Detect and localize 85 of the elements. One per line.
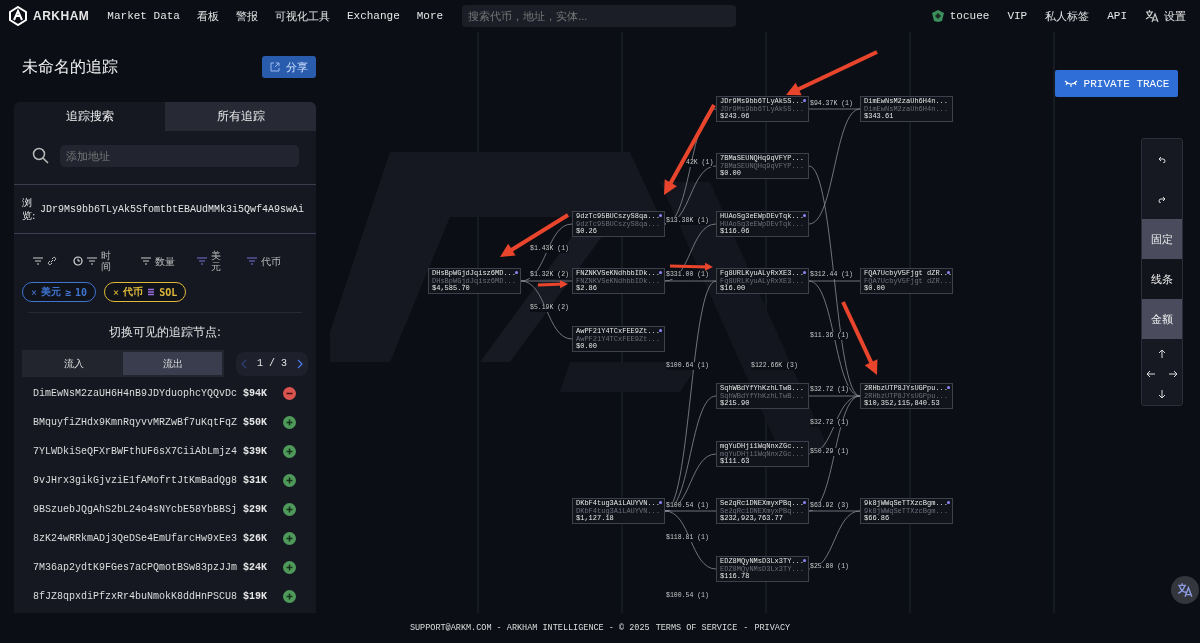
amount-text: $50K — [243, 417, 268, 428]
direction-tab[interactable]: 流入 — [24, 352, 123, 375]
shield-icon — [930, 9, 945, 23]
footer-link[interactable]: TERMS OF SERVICE — [655, 623, 738, 633]
filter-label: 时间 — [101, 250, 111, 272]
filter-label: 代币 — [261, 255, 281, 267]
filter-chip[interactable]: × 代币 SOL — [104, 282, 187, 302]
token-icon — [147, 288, 156, 296]
filter-chip[interactable]: × 美元 ≥ 10 — [22, 282, 97, 302]
toggle-button[interactable]: 固定 — [1142, 219, 1182, 259]
nav-link[interactable]: 私人标签 — [1045, 8, 1090, 24]
add-icon[interactable] — [283, 416, 296, 429]
amount-text: $19K — [243, 591, 268, 602]
next-icon[interactable] — [295, 358, 304, 369]
filter-icon[interactable] — [33, 257, 43, 265]
add-icon[interactable] — [283, 503, 296, 516]
amount-text: $39K — [243, 446, 268, 457]
right-arrow-icon[interactable] — [1168, 369, 1178, 379]
undo-icon — [1158, 155, 1166, 163]
address-text[interactable]: 7M36ap2ydtK9FGes7aCPQmotBSw83pzJJm — [33, 562, 241, 573]
panel-tab[interactable]: 所有追踪 — [165, 102, 316, 131]
page-indicator: 1 / 3 — [257, 358, 287, 369]
filter-label: 数量 — [155, 255, 175, 267]
footer-separator: - — [743, 623, 749, 633]
share-button[interactable]: 分享 — [262, 56, 316, 78]
amount-text: $29K — [243, 504, 268, 515]
brand-name[interactable]: ARKHAM — [33, 9, 90, 23]
add-icon[interactable] — [283, 532, 296, 545]
up-arrow-icon[interactable] — [1157, 349, 1167, 359]
section-title: 切换可见的追踪节点: — [28, 312, 302, 340]
address-text[interactable]: 8fJZ8qpxdiPfzxRr4buNmokK8ddHnPSCU8 — [33, 591, 241, 602]
amount-text: $24K — [243, 562, 268, 573]
browse-label: 浏览: — [22, 196, 36, 222]
private-trace-button[interactable]: PRIVATE TRACE — [1055, 70, 1178, 97]
add-icon[interactable] — [283, 590, 296, 603]
trace-title: 未命名的追踪 — [22, 56, 118, 78]
translate-icon — [1177, 582, 1193, 598]
amount-text: $94K — [243, 388, 268, 399]
annotation-arrow — [669, 262, 713, 271]
add-icon[interactable] — [283, 561, 296, 574]
footer-text: SUPPORT@ARKM.COM - ARKHAM INTELLIGENCE - © 2025 — [409, 623, 650, 633]
browse-address: JDr9Ms9bb6TLyAk5SfomtbtEBAUdMMk3i5Qwf4A9swAi — [40, 203, 305, 215]
search-icon — [32, 147, 50, 165]
logo-icon — [8, 6, 28, 26]
address-text[interactable]: BMquyfiZHdx9KmnRqyvvMRZwBf7uKqtFqZ — [33, 417, 241, 428]
nav-link[interactable]: 可视化工具 — [274, 8, 330, 24]
add-icon[interactable] — [283, 474, 296, 487]
footer-link[interactable]: PRIVACY — [754, 623, 791, 633]
address-text[interactable]: 8zK24wRRkmADj3QeDSe4EmUfarcHw9xEe3 — [33, 533, 241, 544]
annotation-arrow — [500, 213, 570, 257]
add-address-field[interactable]: 添加地址 — [60, 145, 299, 167]
toggle-button[interactable]: 金额 — [1142, 299, 1182, 339]
nav-link[interactable]: API — [1107, 10, 1127, 22]
filter-label: 美元 — [211, 250, 221, 272]
toggle-button[interactable]: 线条 — [1142, 259, 1182, 299]
nav-link[interactable]: VIP — [1007, 10, 1028, 22]
amount-text: $26K — [243, 533, 268, 544]
nav-link[interactable]: 警报 — [235, 8, 258, 24]
link-icon — [47, 256, 57, 266]
direction-tab[interactable]: 流出 — [123, 352, 222, 375]
user-link[interactable]: tocuee — [949, 10, 990, 22]
amount-text: $31K — [243, 475, 268, 486]
settings-link[interactable]: 设置 — [1164, 8, 1186, 24]
address-text[interactable]: 7YLWDkiSeQFXrBWFthUF6sX7CiiAbLmjz4 — [33, 446, 241, 457]
nav-link[interactable]: Market Data — [107, 10, 180, 22]
translate-icon[interactable] — [1145, 9, 1159, 23]
address-text[interactable]: DimEwNsM2zaUH6H4nB9JDYduophcYQQvDc — [33, 388, 241, 399]
share-icon — [270, 62, 280, 72]
down-arrow-icon[interactable] — [1157, 389, 1167, 399]
address-text[interactable]: 9BSzuebJQgAhS2bL24o4sNYcbE58YbBBSj — [33, 504, 241, 515]
nav-link[interactable]: More — [416, 10, 444, 22]
add-icon[interactable] — [283, 445, 296, 458]
annotation-arrow — [537, 280, 568, 289]
closed-eye-icon — [1063, 79, 1078, 88]
filter-icon[interactable] — [87, 257, 97, 265]
nav-link[interactable]: Exchange — [346, 10, 400, 22]
nav-link[interactable]: 看板 — [196, 8, 219, 24]
filter-icon[interactable] — [141, 257, 151, 265]
translate-button[interactable] — [1171, 576, 1199, 604]
remove-icon[interactable] — [283, 387, 296, 400]
clock-icon — [73, 256, 83, 266]
redo-icon — [1158, 195, 1166, 203]
left-arrow-icon[interactable] — [1146, 369, 1156, 379]
search-field[interactable]: 搜索代币，地址，实体... — [462, 5, 737, 27]
address-text[interactable]: 9vJHrx3gikGjvziE1fAMofrtJtKmBadQg8 — [33, 475, 241, 486]
